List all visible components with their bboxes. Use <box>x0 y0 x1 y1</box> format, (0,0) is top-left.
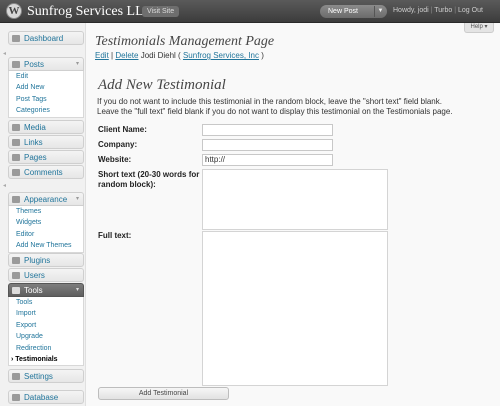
submenu-item-widgets[interactable]: Widgets <box>9 217 83 228</box>
client-name-label: Client Name: <box>98 125 147 134</box>
logout-link[interactable]: Log Out <box>458 7 483 14</box>
media-icon <box>12 124 20 131</box>
sidebar-item-comments[interactable]: Comments <box>8 165 84 179</box>
tools-submenu: Tools Import Export Upgrade Redirection … <box>8 297 84 367</box>
database-icon <box>12 394 20 401</box>
sidebar-item-media[interactable]: Media <box>8 120 84 134</box>
submenu-item-testimonials[interactable]: › Testimonials <box>9 354 83 365</box>
turbo-link[interactable]: Turbo <box>434 7 452 14</box>
sidebar-item-label: Dashboard <box>24 34 64 43</box>
sidebar-item-label: Plugins <box>24 256 51 265</box>
intro-line: Leave the "full text" field blank if you… <box>97 107 453 116</box>
submenu-item-label: Testimonials <box>15 355 58 363</box>
users-icon <box>12 272 20 279</box>
posts-icon <box>12 61 20 68</box>
client-name-field[interactable] <box>202 124 333 136</box>
full-text-area[interactable] <box>202 231 388 386</box>
section-title: Add New Testimonial <box>98 77 226 93</box>
appearance-icon <box>12 196 20 203</box>
entry-name: Jodi Diehl ( <box>140 51 181 60</box>
collapse-arrow-icon[interactable]: ◂ <box>3 182 6 189</box>
submenu-item-edit[interactable]: Edit <box>9 71 83 82</box>
help-tab[interactable]: Help ▾ <box>464 23 494 33</box>
submenu-item-categories[interactable]: Categories <box>9 105 83 116</box>
short-text-area[interactable] <box>202 169 388 230</box>
submenu-item-add-new[interactable]: Add New <box>9 82 83 93</box>
full-text-label: Full text: <box>98 231 132 240</box>
new-post-label: New Post <box>328 8 358 15</box>
collapse-arrow-icon[interactable]: ◂ <box>3 50 6 57</box>
add-testimonial-button[interactable]: Add Testimonial <box>98 387 229 400</box>
testimonial-entry: Edit | Delete Jodi Diehl ( Sunfrog Servi… <box>95 51 264 60</box>
sidebar-item-plugins[interactable]: Plugins <box>8 253 84 267</box>
submenu-item-themes[interactable]: Themes <box>9 206 83 217</box>
links-icon <box>12 139 20 146</box>
sidebar-item-label: Tools <box>24 286 43 295</box>
submenu-item-export[interactable]: Export <box>9 320 83 331</box>
sidebar-item-tools[interactable]: Tools ▾ <box>8 283 84 297</box>
comments-icon <box>12 169 20 176</box>
submenu-item-add-new-themes[interactable]: Add New Themes <box>9 240 83 251</box>
submenu-item-post-tags[interactable]: Post Tags <box>9 94 83 105</box>
submenu-item-upgrade[interactable]: Upgrade <box>9 331 83 342</box>
sidebar-item-dashboard[interactable]: Dashboard <box>8 31 84 45</box>
intro-line: If you do not want to include this testi… <box>97 97 442 106</box>
toggle-icon[interactable]: ▾ <box>76 284 79 297</box>
sidebar-item-label: Database <box>24 393 59 402</box>
sidebar-item-label: Links <box>24 138 43 147</box>
submenu-item-import[interactable]: Import <box>9 308 83 319</box>
dashboard-icon <box>12 35 20 42</box>
posts-submenu: Edit Add New Post Tags Categories <box>8 71 84 118</box>
sidebar-item-label: Pages <box>24 153 47 162</box>
sidebar-item-label: Comments <box>24 168 63 177</box>
new-post-dropdown[interactable]: New Post ▼ <box>320 5 387 18</box>
sidebar-item-label: Users <box>24 271 45 280</box>
visit-site-button[interactable]: Visit Site <box>142 6 180 17</box>
sidebar-item-links[interactable]: Links <box>8 135 84 149</box>
short-text-label: Short text (20-30 words for random block… <box>98 170 200 189</box>
delete-link[interactable]: Delete <box>115 51 138 60</box>
plugins-icon <box>12 257 20 264</box>
edit-link[interactable]: Edit <box>95 51 109 60</box>
toggle-icon[interactable]: ▾ <box>76 58 79 71</box>
chevron-down-icon[interactable]: ▼ <box>374 6 386 17</box>
company-field[interactable] <box>202 139 333 151</box>
sidebar-item-label: Posts <box>24 60 45 69</box>
tools-icon <box>12 287 20 294</box>
toggle-icon[interactable]: ▾ <box>76 193 79 206</box>
entry-close: ) <box>261 51 264 60</box>
sidebar-item-users[interactable]: Users <box>8 268 84 282</box>
entry-company-link[interactable]: Sunfrog Services, Inc <box>183 51 259 60</box>
user-links: Howdy, jodi | Turbo | Log Out <box>393 7 483 14</box>
page-title: Testimonials Management Page <box>95 34 275 49</box>
sidebar-item-pages[interactable]: Pages <box>8 150 84 164</box>
sidebar-item-label: Settings <box>24 372 53 381</box>
sidebar-item-posts[interactable]: Posts ▾ <box>8 57 84 71</box>
sidebar-item-label: Media <box>24 123 46 132</box>
settings-icon <box>12 373 20 380</box>
pages-icon <box>12 154 20 161</box>
sidebar-item-settings[interactable]: Settings <box>8 369 84 383</box>
howdy-text: Howdy, jodi <box>393 7 429 14</box>
help-label: Help <box>470 24 483 30</box>
sidebar-item-appearance[interactable]: Appearance ▾ <box>8 192 84 206</box>
site-title[interactable]: Sunfrog Services LLC <box>27 4 153 20</box>
intro-text: If you do not want to include this testi… <box>97 97 497 117</box>
submenu-item-redirection[interactable]: Redirection <box>9 343 83 354</box>
submenu-item-tools[interactable]: Tools <box>9 297 83 308</box>
wordpress-logo-icon: W <box>6 3 22 19</box>
appearance-submenu: Themes Widgets Editor Add New Themes <box>8 206 84 253</box>
admin-header: W Sunfrog Services LLC Visit Site New Po… <box>0 0 500 23</box>
website-label: Website: <box>98 155 132 164</box>
sidebar-item-label: Appearance <box>24 195 68 204</box>
sidebar-item-database[interactable]: Database <box>8 390 84 404</box>
company-label: Company: <box>98 140 138 149</box>
website-field[interactable]: http:// <box>202 154 333 166</box>
submenu-item-editor[interactable]: Editor <box>9 229 83 240</box>
